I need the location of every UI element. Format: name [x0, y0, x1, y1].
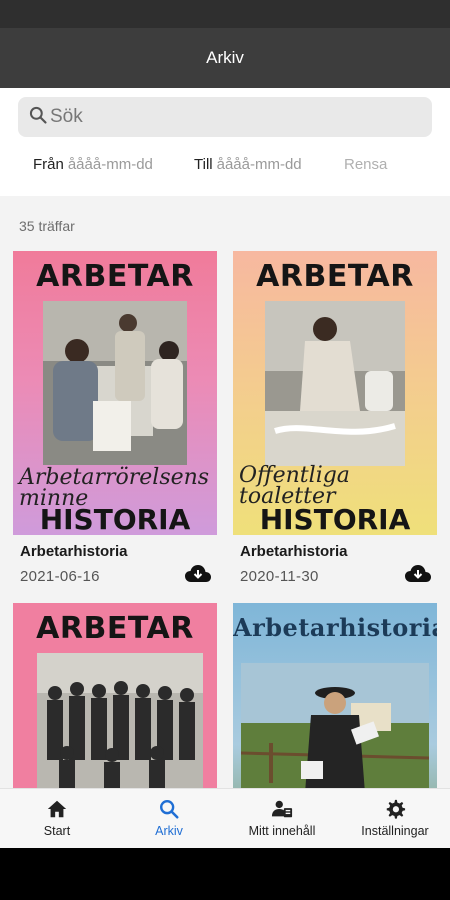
nav-label: Inställningar: [361, 824, 429, 838]
magazine-cover[interactable]: ARBETAR Offentliga toaletter HISTORIA: [233, 251, 437, 535]
cover-photo: [241, 663, 429, 788]
nav-item-installningar[interactable]: Inställningar: [352, 789, 438, 849]
cloud-download-icon[interactable]: [185, 563, 211, 585]
nav-label: Start: [43, 824, 71, 838]
app-bar: Arkiv: [0, 28, 450, 88]
cover-photo: [37, 653, 203, 788]
cover-masthead: ARBETAR: [36, 611, 194, 646]
search-icon: [160, 800, 179, 819]
nav-item-arkiv[interactable]: Arkiv: [134, 789, 204, 849]
magazine-date: 2020-11-30: [240, 568, 319, 585]
clear-button[interactable]: Rensa: [344, 156, 387, 173]
cover-masthead: Arbetarhistoria: [233, 613, 437, 642]
magazine-cover[interactable]: ARBETAR Arbetarrörelsens minne HISTORIA: [13, 251, 217, 535]
cover-masthead: ARBETAR: [36, 259, 194, 294]
nav-item-mitt-innehall[interactable]: Mitt innehåll: [236, 789, 328, 849]
nav-label: Arkiv: [155, 824, 183, 838]
date-from-label: Från: [33, 156, 64, 173]
result-count: 35 träffar: [19, 218, 75, 234]
magazine-cover[interactable]: Arbetarhistoria: [233, 603, 437, 788]
cover-masthead: ARBETAR: [256, 259, 414, 294]
status-bar: [0, 0, 450, 28]
magazine-title: Arbetarhistoria: [240, 543, 348, 560]
cover-bottom-title: HISTORIA: [39, 503, 191, 535]
cover-bottom-title: HISTORIA: [259, 503, 411, 535]
nav-item-start[interactable]: Start: [22, 789, 92, 849]
cover-photo: [43, 301, 187, 465]
magazine-date: 2021-06-16: [20, 568, 100, 585]
date-to-field[interactable]: Till åååå-mm-dd: [194, 156, 302, 173]
cover-photo: [265, 301, 405, 466]
date-filter-row: Från åååå-mm-dd Till åååå-mm-dd Rensa: [0, 156, 450, 178]
cloud-download-icon[interactable]: [405, 563, 431, 585]
cover-headline: Offentliga toaletter: [239, 463, 350, 509]
date-from-field[interactable]: Från åååå-mm-dd: [33, 156, 153, 173]
bottom-nav: Start Arkiv Mitt innehåll Inställningar: [0, 788, 450, 848]
page-title: Arkiv: [206, 48, 244, 67]
magazine-title: Arbetarhistoria: [20, 543, 128, 560]
search-input[interactable]: [50, 106, 410, 128]
search-icon: [28, 105, 48, 130]
date-to-placeholder: åååå-mm-dd: [216, 156, 302, 173]
date-to-label: Till: [194, 156, 213, 173]
user-content-icon: [271, 800, 293, 818]
system-navigation-bar: [0, 848, 450, 900]
home-icon: [47, 800, 67, 818]
magazine-cover[interactable]: ARBETAR: [13, 603, 217, 788]
search-box[interactable]: [18, 97, 432, 137]
filter-area: Frånåååå-mm-dd Tillåååå-mm-dd Rensa: [0, 88, 450, 196]
gear-icon: [386, 799, 406, 819]
nav-label: Mitt innehåll: [248, 824, 316, 838]
date-from-placeholder: åååå-mm-dd: [67, 156, 153, 173]
results-area: 35 träffar ARBETAR Arbetarrörelsens minn…: [0, 196, 450, 788]
